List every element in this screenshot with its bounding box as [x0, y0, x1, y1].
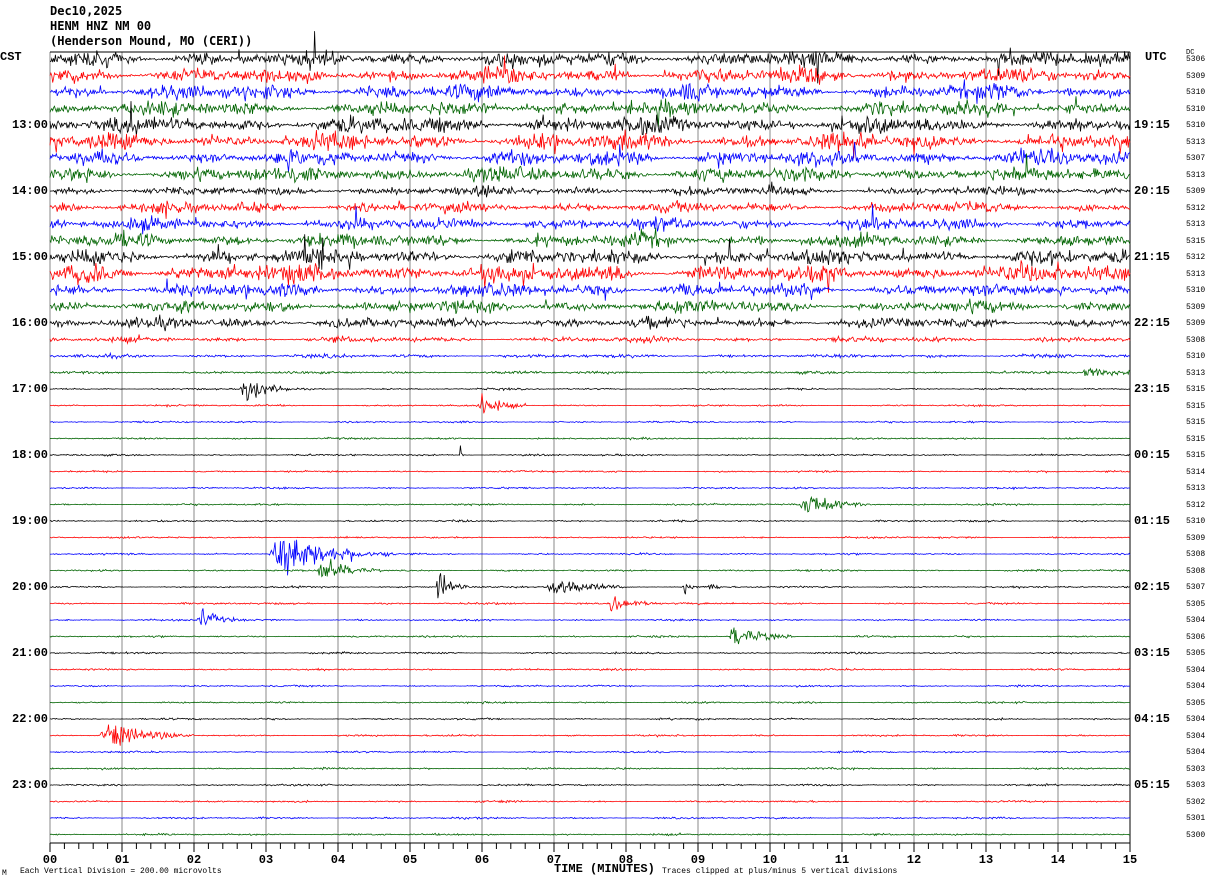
x-tick-label: 13: [979, 853, 993, 867]
x-tick-label: 03: [259, 853, 273, 867]
seismic-trace: [49, 519, 1131, 523]
clip-note: Traces clipped at plus/minus 5 vertical …: [662, 867, 898, 876]
seismic-trace: [49, 393, 1131, 414]
seismic-trace: [49, 260, 1131, 293]
seismic-trace: [49, 495, 1131, 513]
seismic-trace: [49, 181, 1131, 198]
x-tick-label: 01: [115, 853, 129, 867]
seismic-trace: [49, 298, 1131, 315]
seismic-trace: [49, 684, 1131, 689]
seismic-trace: [49, 700, 1131, 705]
seismic-trace: [50, 486, 1131, 491]
seismic-trace: [49, 367, 1131, 377]
x-tick-label: 11: [835, 853, 849, 867]
x-tick-label: 12: [907, 853, 921, 867]
seismic-trace: [49, 227, 1131, 249]
seismic-trace: [49, 816, 1131, 820]
x-tick-label: 00: [43, 853, 57, 867]
seismic-trace: [49, 334, 1131, 345]
x-tick-label: 02: [187, 853, 201, 867]
seismic-trace: [49, 436, 1131, 441]
seismic-trace: [50, 573, 1131, 599]
x-tick-label: 09: [691, 853, 705, 867]
seismic-trace: [49, 101, 1131, 136]
seismogram-plot: 00 01 02 03 04 05 06 07 08 09 10 11 12 13 14 15: [43, 31, 1137, 867]
corner-mark: M: [2, 869, 7, 878]
seismic-trace: [49, 469, 1131, 474]
seismic-trace: [50, 420, 1131, 424]
seismic-trace: [50, 716, 1131, 721]
seismic-trace: [49, 724, 1131, 746]
seismic-trace: [49, 596, 1131, 612]
x-tick-label: 14: [1051, 853, 1065, 867]
seismic-trace: [49, 351, 1131, 360]
seismic-trace: [49, 783, 1131, 787]
x-tick-label: 15: [1123, 853, 1137, 867]
seismic-trace: [49, 314, 1131, 332]
seismic-trace: [49, 539, 1131, 576]
seismic-trace: [49, 445, 1131, 457]
seismic-trace: [49, 558, 1131, 578]
seismic-trace: [49, 651, 1131, 655]
x-tick-label: 06: [475, 853, 489, 867]
seismic-trace: [49, 608, 1131, 626]
seismic-trace: [49, 200, 1131, 219]
scale-note: Each Vertical Division = 200.00 microvol…: [20, 867, 222, 876]
seismic-trace: [49, 832, 1131, 837]
seismic-trace: [49, 141, 1131, 172]
x-tick-label: 05: [403, 853, 417, 867]
seismic-trace: [49, 278, 1131, 301]
seismic-trace: [49, 79, 1131, 104]
seismic-trace: [49, 750, 1131, 754]
x-tick-label: 10: [763, 853, 777, 867]
seismic-trace: [50, 383, 1131, 402]
x-axis-title: TIME (MINUTES): [554, 862, 655, 876]
seismic-trace: [49, 766, 1131, 771]
seismic-trace: [49, 799, 1130, 804]
helicorder-display: Dec10,2025 HENM HNZ NM 00 (Henderson Mou…: [0, 0, 1210, 886]
seismic-trace: [49, 535, 1131, 540]
seismic-trace: [49, 627, 1131, 645]
seismic-trace: [49, 667, 1131, 672]
x-tick-label: 04: [331, 853, 345, 867]
